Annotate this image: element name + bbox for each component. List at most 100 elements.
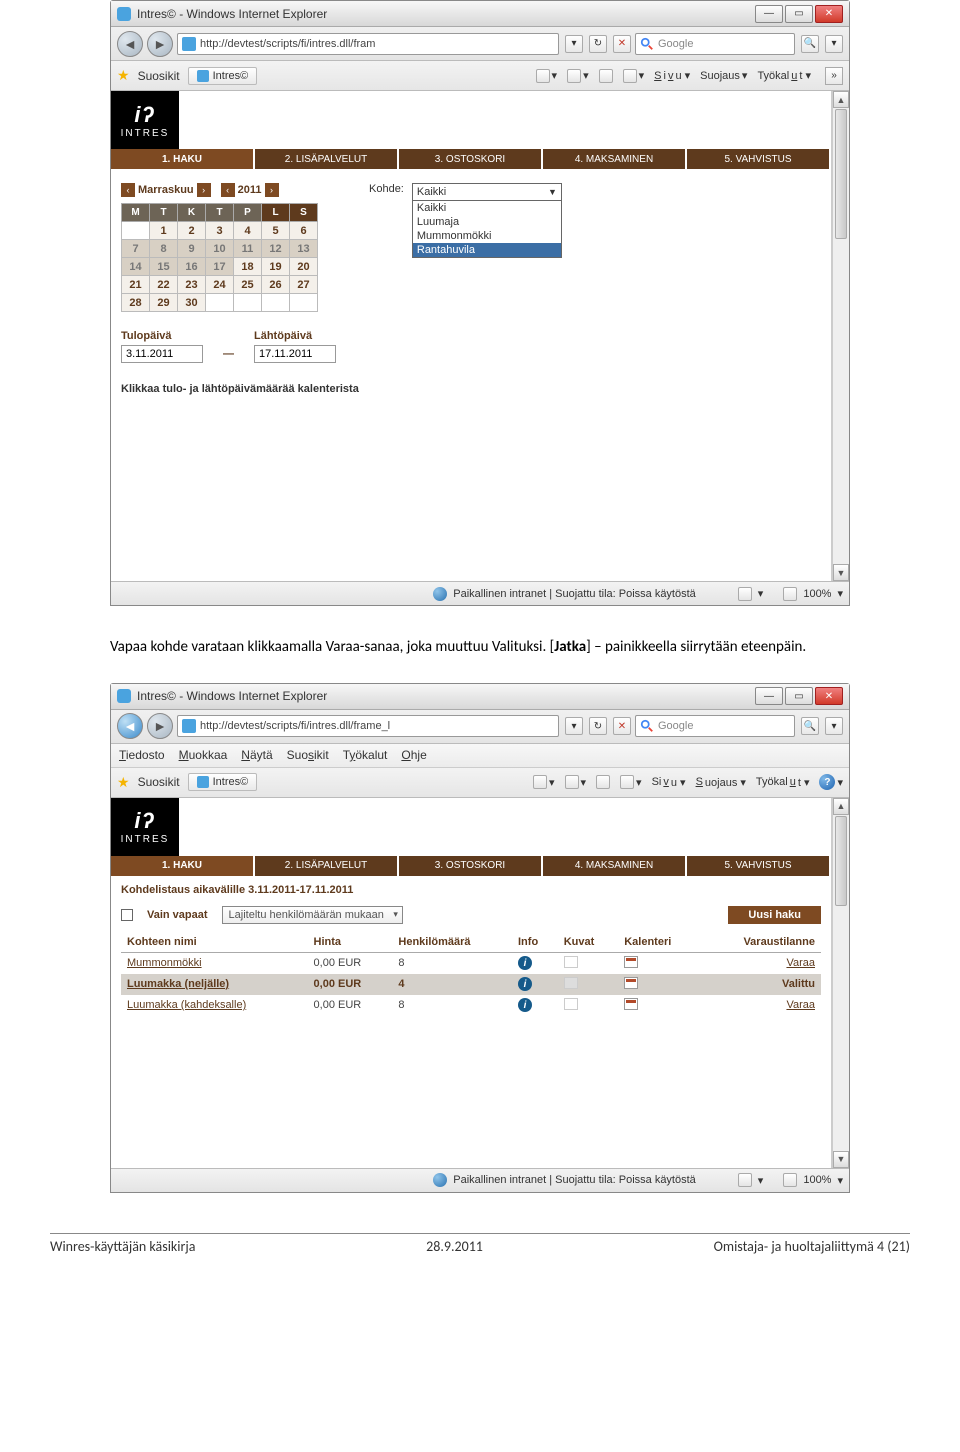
dd-option[interactable]: Mummonmökki	[413, 229, 561, 243]
scroll-down[interactable]: ▼	[833, 564, 849, 581]
reserve-link[interactable]: Varaa	[786, 957, 815, 969]
kohde-dropdown[interactable]: Kaikki ▼ Kaikki Luumaja Mummonmökki Rant…	[412, 183, 562, 258]
scroll-thumb[interactable]	[835, 109, 847, 239]
search-go[interactable]: 🔍	[801, 35, 819, 53]
calendar-icon[interactable]	[624, 977, 638, 989]
cal-day[interactable]: 8	[150, 240, 178, 258]
cal-day[interactable]: 27	[290, 276, 318, 294]
menu-tyokalut[interactable]: Työkalut	[343, 748, 388, 762]
dd-option[interactable]: Kaikki	[413, 201, 561, 215]
mail-tool[interactable]	[596, 775, 610, 789]
star-icon[interactable]: ★	[117, 774, 130, 791]
browser-tab[interactable]: Intres©	[188, 67, 258, 85]
protected-mode-icon[interactable]	[738, 1173, 752, 1187]
zoom-icon[interactable]	[783, 587, 797, 601]
cal-day[interactable]: 10	[206, 240, 234, 258]
zoom-icon[interactable]	[783, 1173, 797, 1187]
cal-day[interactable]: 23	[178, 276, 206, 294]
cal-day[interactable]: 29	[150, 294, 178, 312]
tab-ostoskori[interactable]: 3. OSTOSKORI	[399, 149, 541, 169]
cal-day[interactable]: 21	[122, 276, 150, 294]
cal-day[interactable]: 22	[150, 276, 178, 294]
home-tool[interactable]: ▾	[536, 69, 558, 83]
cal-day[interactable]: 1	[150, 222, 178, 240]
rss-tool[interactable]: ▾	[567, 69, 589, 83]
month-next[interactable]: ›	[197, 183, 211, 197]
tab-maksaminen[interactable]: 4. MAKSAMINEN	[543, 149, 685, 169]
info-icon[interactable]: i	[518, 956, 532, 970]
url-dropdown[interactable]: ▾	[565, 35, 583, 53]
cal-day[interactable]: 6	[290, 222, 318, 240]
print-tool[interactable]: ▾	[620, 775, 642, 789]
tab-maksaminen[interactable]: 4. MAKSAMINEN	[543, 856, 685, 876]
image-icon[interactable]	[564, 977, 578, 989]
browser-tab[interactable]: Intres©	[188, 773, 258, 791]
info-icon[interactable]: i	[518, 977, 532, 991]
cal-day[interactable]: 11	[234, 240, 262, 258]
stop-button[interactable]: ✕	[613, 35, 631, 53]
cal-day[interactable]: 19	[262, 258, 290, 276]
cal-day[interactable]: 13	[290, 240, 318, 258]
search-dropdown[interactable]: ▾	[825, 35, 843, 53]
tab-lisapalvelut[interactable]: 2. LISÄPALVELUT	[255, 856, 397, 876]
close-button[interactable]: ✕	[815, 687, 843, 705]
rss-tool[interactable]: ▾	[565, 775, 587, 789]
cal-day[interactable]: 15	[150, 258, 178, 276]
scroll-down[interactable]: ▼	[833, 1151, 849, 1168]
page-menu[interactable]: Sivu ▾	[654, 69, 690, 82]
tab-ostoskori[interactable]: 3. OSTOSKORI	[399, 856, 541, 876]
star-icon[interactable]: ★	[117, 67, 130, 84]
scroll-thumb[interactable]	[835, 816, 847, 906]
refresh-button[interactable]: ↻	[589, 717, 607, 735]
cal-day[interactable]: 7	[122, 240, 150, 258]
item-link[interactable]: Luumakka (kahdeksalle)	[127, 999, 246, 1011]
dd-option-highlighted[interactable]: Rantahuvila	[413, 243, 561, 257]
cal-day[interactable]: 18	[234, 258, 262, 276]
tools-menu[interactable]: Työkalut ▾	[757, 69, 811, 82]
reserve-link[interactable]: Varaa	[786, 999, 815, 1011]
image-icon[interactable]	[564, 956, 578, 968]
home-tool[interactable]: ▾	[533, 775, 555, 789]
tab-haku[interactable]: 1. HAKU	[111, 149, 253, 169]
maximize-button[interactable]: ▭	[785, 5, 813, 23]
departure-input[interactable]	[254, 345, 336, 363]
vertical-scrollbar[interactable]: ▲ ▼	[832, 91, 849, 581]
month-prev[interactable]: ‹	[121, 183, 135, 197]
cal-day[interactable]: 16	[178, 258, 206, 276]
forward-button[interactable]: ►	[147, 713, 173, 739]
back-button[interactable]: ◄	[117, 713, 143, 739]
tab-haku[interactable]: 1. HAKU	[111, 856, 253, 876]
stop-button[interactable]: ✕	[613, 717, 631, 735]
url-dropdown[interactable]: ▾	[565, 717, 583, 735]
cal-day[interactable]: 25	[234, 276, 262, 294]
search-go[interactable]: 🔍	[801, 717, 819, 735]
favorites-label[interactable]: Suosikit	[138, 69, 180, 83]
year-next[interactable]: ›	[265, 183, 279, 197]
cal-day[interactable]: 26	[262, 276, 290, 294]
print-tool[interactable]: ▾	[623, 69, 645, 83]
image-icon[interactable]	[564, 998, 578, 1010]
mail-tool[interactable]	[599, 69, 613, 83]
minimize-button[interactable]: —	[755, 687, 783, 705]
new-search-button[interactable]: Uusi haku	[728, 906, 821, 924]
info-icon[interactable]: i	[518, 998, 532, 1012]
cal-day[interactable]: 2	[178, 222, 206, 240]
protected-mode-icon[interactable]	[738, 587, 752, 601]
cal-day[interactable]: 5	[262, 222, 290, 240]
calendar-icon[interactable]	[624, 956, 638, 968]
item-link[interactable]: Mummonmökki	[127, 957, 202, 969]
cal-day[interactable]: 14	[122, 258, 150, 276]
vertical-scrollbar[interactable]: ▲ ▼	[832, 798, 849, 1168]
menu-nayta[interactable]: Näytä	[241, 748, 272, 762]
scroll-up[interactable]: ▲	[833, 91, 849, 108]
cal-day[interactable]: 24	[206, 276, 234, 294]
titlebar[interactable]: Intres© - Windows Internet Explorer — ▭ …	[111, 684, 849, 710]
arrival-input[interactable]	[121, 345, 203, 363]
help-tool[interactable]: ?▾	[819, 774, 843, 790]
safety-menu[interactable]: Suojaus ▾	[700, 69, 747, 82]
year-prev[interactable]: ‹	[221, 183, 235, 197]
minimize-button[interactable]: —	[755, 5, 783, 23]
tools-menu[interactable]: Työkalut ▾	[756, 776, 810, 789]
address-bar[interactable]: http://devtest/scripts/fi/intres.dll/fra…	[177, 715, 559, 737]
favorites-label[interactable]: Suosikit	[138, 775, 180, 789]
